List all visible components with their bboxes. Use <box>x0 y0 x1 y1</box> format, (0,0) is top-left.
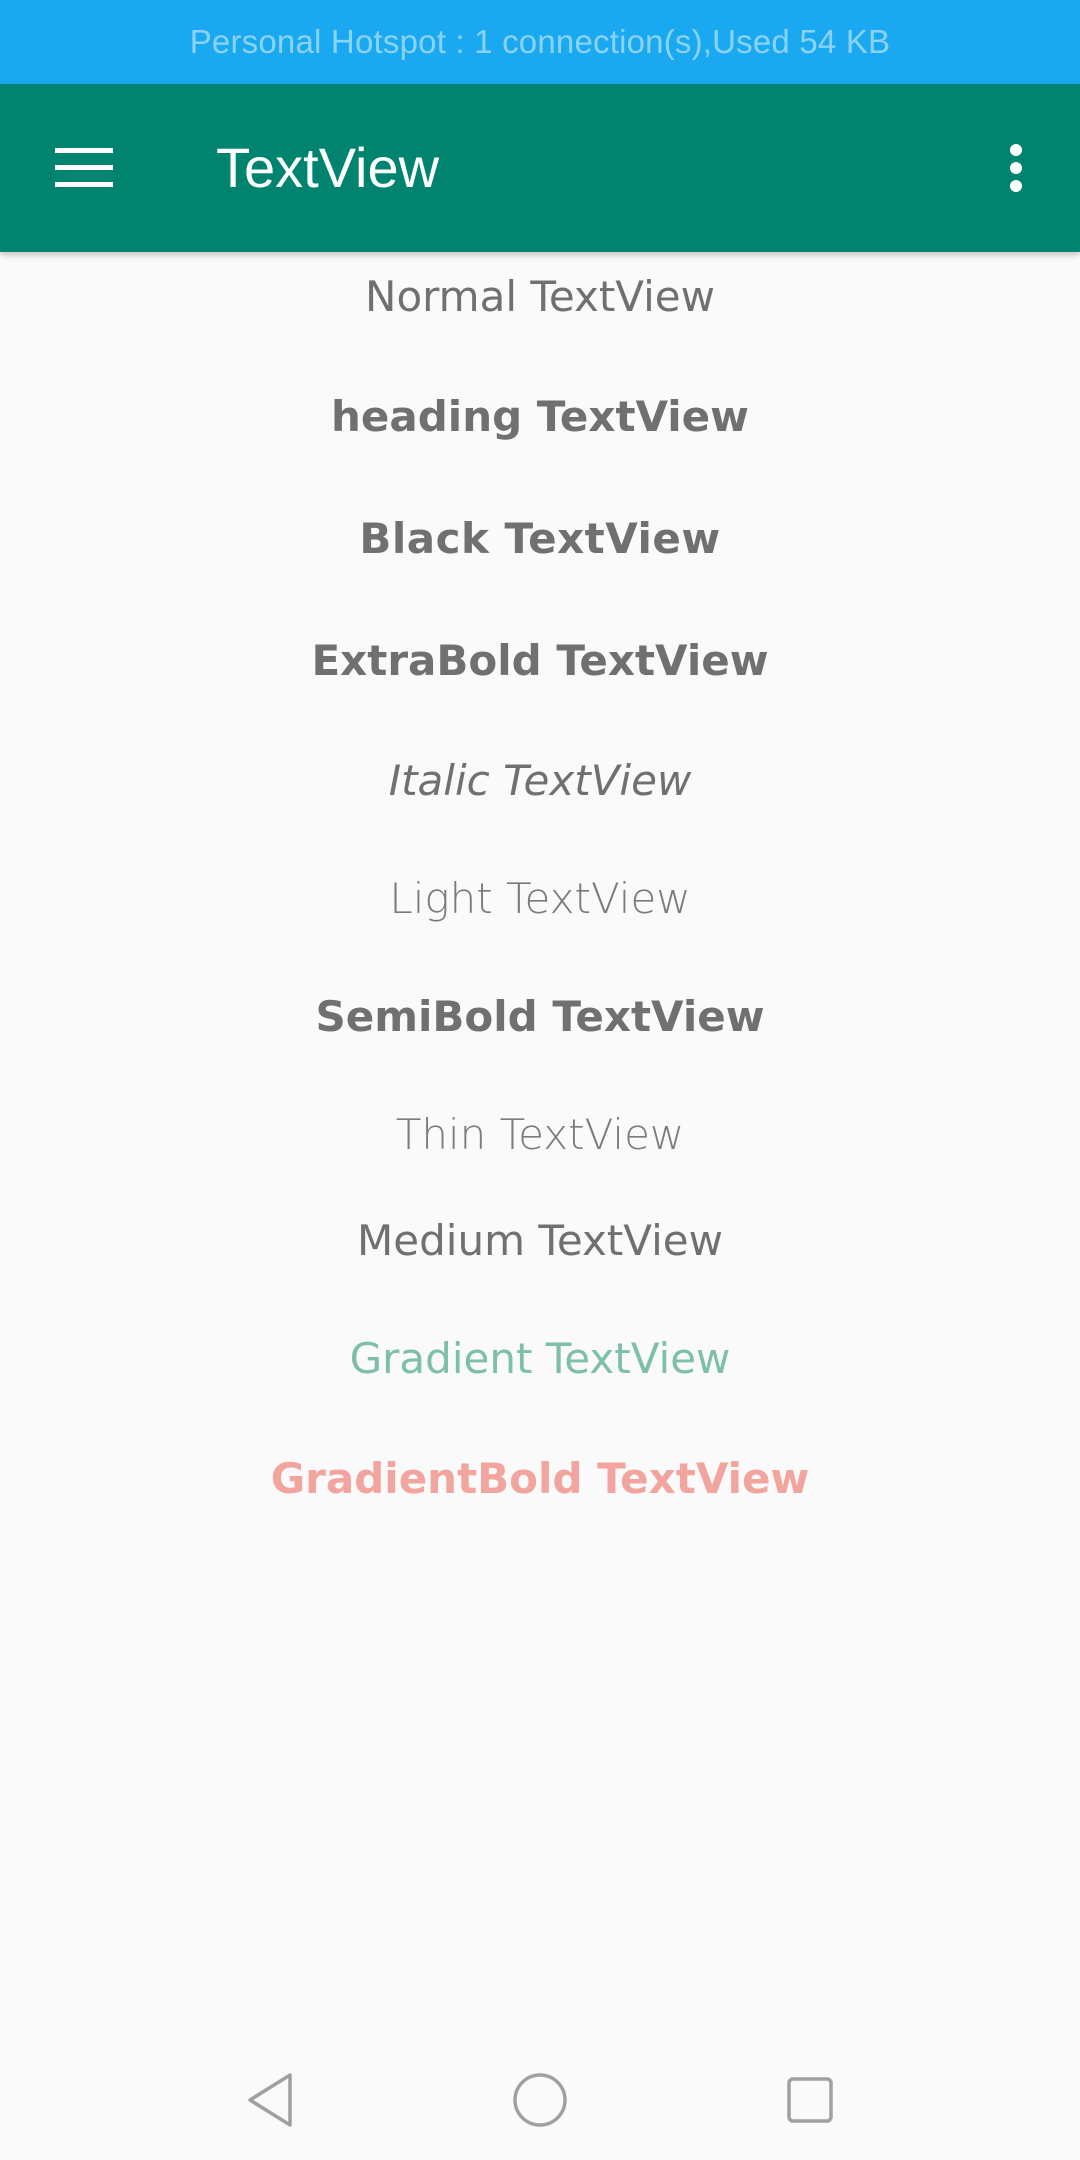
normal-textview: Normal TextView <box>365 272 715 321</box>
extrabold-textview: ExtraBold TextView <box>311 636 769 685</box>
gradient-textview: Gradient TextView <box>349 1334 731 1383</box>
home-circle-icon <box>513 2073 567 2127</box>
home-button[interactable] <box>500 2060 580 2140</box>
semibold-textview: SemiBold TextView <box>315 992 765 1041</box>
italic-textview: Italic TextView <box>388 756 692 805</box>
recents-square-icon <box>787 2077 833 2123</box>
app-toolbar: TextView <box>0 84 1080 252</box>
back-button[interactable] <box>230 2060 310 2140</box>
recents-button[interactable] <box>770 2060 850 2140</box>
medium-textview: Medium TextView <box>357 1216 723 1265</box>
heading-textview: heading TextView <box>331 392 749 441</box>
hotspot-status-text: Personal Hotspot : 1 connection(s),Used … <box>189 23 891 60</box>
more-vert-icon <box>1010 144 1022 192</box>
gradientbold-textview: GradientBold TextView <box>270 1454 810 1503</box>
page-title: TextView <box>216 136 440 199</box>
thin-textview: Thin TextView <box>395 1110 685 1159</box>
back-triangle-icon <box>248 2073 292 2127</box>
system-navigation-bar <box>0 2040 1080 2160</box>
black-textview: Black TextView <box>359 514 721 563</box>
light-textview: Light TextView <box>389 874 691 923</box>
overflow-menu-button[interactable] <box>990 124 1042 212</box>
hotspot-status-bar[interactable]: Personal Hotspot : 1 connection(s),Used … <box>0 0 1080 84</box>
menu-button[interactable] <box>40 124 128 212</box>
hamburger-menu-icon <box>55 148 113 187</box>
